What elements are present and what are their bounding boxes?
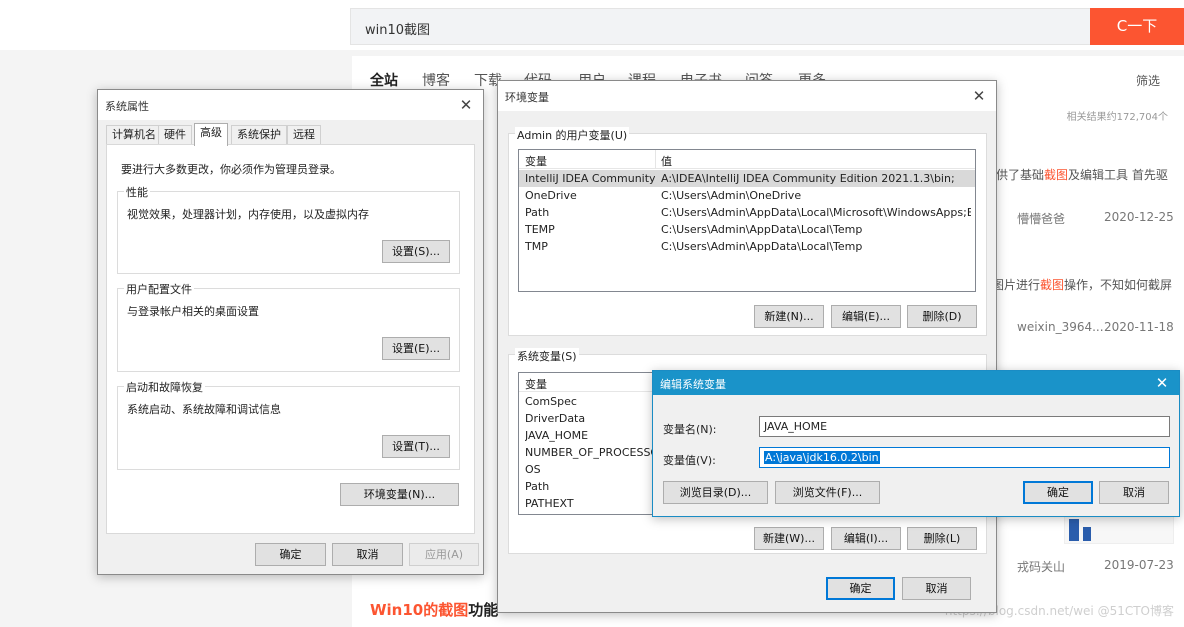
search-button[interactable]: C一下 [1090,8,1184,45]
result-snippet: 图片进行截图操作，不知如何截屏 [992,278,1173,292]
browse-directory-button[interactable]: 浏览目录(D)... [663,481,768,504]
result-author[interactable]: weixin_3964... [1017,320,1104,334]
startup-recovery-label: 启动和故障恢复 [124,379,205,395]
apply-button[interactable]: 应用(A) [409,543,479,566]
ok-button[interactable]: 确定 [826,577,895,600]
browser-top-bar: win10截图 C一下 [0,0,1184,50]
result-title[interactable]: Win10的截图功能 [370,599,498,620]
result-date: 2019-07-23 [1104,558,1174,572]
dialog-title: 编辑系统变量 [660,378,726,391]
result-author[interactable]: 戎码关山 [1017,558,1065,575]
cancel-button[interactable]: 取消 [1099,481,1169,504]
result-author[interactable]: 懵懵爸爸 [1017,210,1065,227]
list-item[interactable]: OneDrive C:\Users\Admin\OneDrive [519,187,975,204]
tab-strip: 计算机名 硬件 高级 系统保护 远程 [106,123,476,146]
variable-value-label: 变量值(V): [663,454,716,467]
startup-recovery-desc: 系统启动、系统故障和调试信息 [127,403,281,416]
column-value[interactable]: 值 [661,153,672,169]
system-variables-label: 系统变量(S) [515,348,579,364]
user-new-button[interactable]: 新建(N)... [754,305,824,328]
filter-button[interactable]: 筛选 [1136,72,1160,89]
startup-recovery-group: 启动和故障恢复 系统启动、系统故障和调试信息 设置(T)... [117,379,460,470]
close-icon[interactable]: ✕ [968,85,990,107]
browse-file-button[interactable]: 浏览文件(F)... [775,481,880,504]
variable-value-field[interactable]: A:\java\jdk16.0.2\bin [759,447,1170,468]
title-bar: 系统属性 ✕ [98,90,483,120]
dialog-title: 环境变量 [505,91,549,104]
tab-hardware[interactable]: 硬件 [158,125,192,145]
admin-note: 要进行大多数更改，你必须作为管理员登录。 [121,163,341,176]
user-profiles-settings-button[interactable]: 设置(E)... [382,337,450,360]
variable-name-label: 变量名(N): [663,423,717,436]
system-delete-button[interactable]: 删除(L) [907,527,977,550]
system-edit-button[interactable]: 编辑(I)... [831,527,901,550]
close-icon[interactable]: ✕ [1151,372,1173,394]
result-snippet: 供了基础截图及编辑工具 首先驱 [996,168,1168,182]
user-variables-label: Admin 的用户变量(U) [515,127,630,143]
performance-group: 性能 视觉效果，处理器计划，内存使用，以及虚拟内存 设置(S)... [117,184,460,274]
list-item[interactable]: IntelliJ IDEA Community E... A:\IDEA\Int… [519,170,975,187]
user-profiles-desc: 与登录帐户相关的桌面设置 [127,305,259,318]
tab-advanced[interactable]: 高级 [194,123,228,146]
result-date: 2020-11-18 [1104,320,1174,334]
user-edit-button[interactable]: 编辑(E)... [831,305,901,328]
tab-computer-name[interactable]: 计算机名 [106,125,162,145]
list-header: 变量 值 [519,150,975,169]
result-date: 2020-12-25 [1104,210,1174,224]
result-count: 相关结果约172,704个 [1066,112,1168,123]
user-variables-list[interactable]: 变量 值 IntelliJ IDEA Community E... A:\IDE… [518,149,976,292]
environment-variables-dialog: 环境变量 ✕ Admin 的用户变量(U) 变量 值 IntelliJ IDEA… [497,80,997,613]
close-icon[interactable]: ✕ [455,94,477,116]
column-variable[interactable]: 变量 [525,153,547,169]
column-variable[interactable]: 变量 [525,376,547,392]
list-item[interactable]: TMP C:\Users\Admin\AppData\Local\Temp [519,238,975,255]
tab-blog[interactable]: 博客 [422,70,450,90]
ok-button[interactable]: 确定 [1023,481,1093,504]
user-profiles-group: 用户配置文件 与登录帐户相关的桌面设置 设置(E)... [117,281,460,372]
user-variables-group: Admin 的用户变量(U) 变量 值 IntelliJ IDEA Commun… [508,127,987,336]
system-new-button[interactable]: 新建(W)... [754,527,824,550]
cancel-button[interactable]: 取消 [902,577,971,600]
environment-variables-button[interactable]: 环境变量(N)... [340,483,459,506]
tab-all[interactable]: 全站 [370,70,398,90]
user-profiles-label: 用户配置文件 [124,281,194,297]
variable-name-field[interactable]: JAVA_HOME [759,416,1170,437]
tab-remote[interactable]: 远程 [287,125,321,145]
performance-settings-button[interactable]: 设置(S)... [382,240,450,263]
advanced-tab-panel: 要进行大多数更改，你必须作为管理员登录。 性能 视觉效果，处理器计划，内存使用，… [106,144,475,534]
title-bar: 环境变量 ✕ [498,81,996,111]
dialog-title: 系统属性 [105,100,149,113]
performance-label: 性能 [124,184,150,200]
cancel-button[interactable]: 取消 [332,543,403,566]
performance-desc: 视觉效果，处理器计划，内存使用，以及虚拟内存 [127,208,369,221]
startup-settings-button[interactable]: 设置(T)... [382,435,450,458]
edit-system-variable-dialog: 编辑系统变量 ✕ 变量名(N): JAVA_HOME 变量值(V): A:\ja… [652,370,1180,517]
user-delete-button[interactable]: 删除(D) [907,305,977,328]
system-properties-dialog: 系统属性 ✕ 计算机名 硬件 高级 系统保护 远程 要进行大多数更改，你必须作为… [97,89,484,575]
search-input[interactable]: win10截图 [350,8,1090,45]
search-query-text: win10截图 [365,23,431,38]
list-item[interactable]: TEMP C:\Users\Admin\AppData\Local\Temp [519,221,975,238]
ok-button[interactable]: 确定 [255,543,326,566]
tab-system-protection[interactable]: 系统保护 [231,125,287,145]
title-bar: 编辑系统变量 ✕ [653,371,1179,395]
list-item[interactable]: Path C:\Users\Admin\AppData\Local\Micros… [519,204,975,221]
